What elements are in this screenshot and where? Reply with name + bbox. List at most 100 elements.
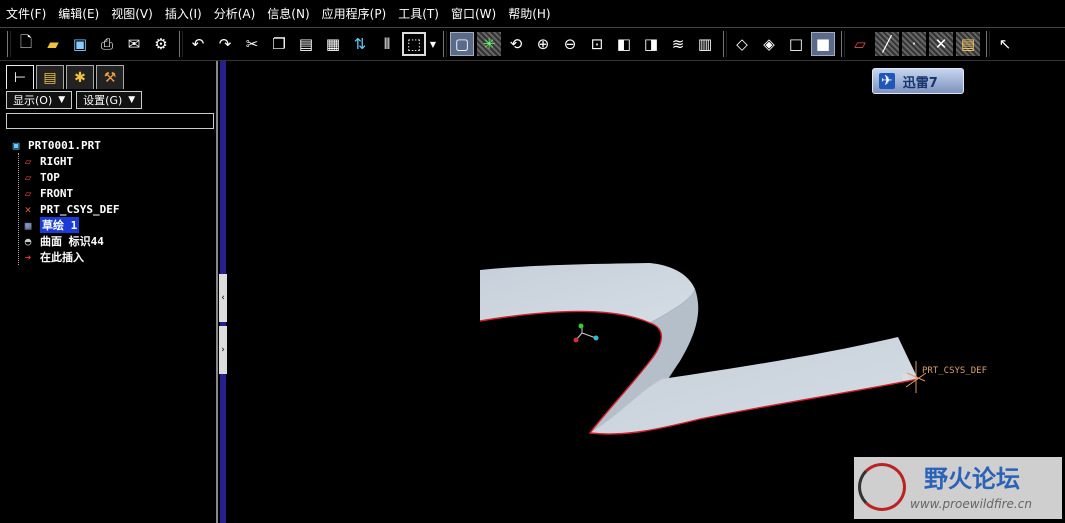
datum-axis-icon[interactable]: ╱ (875, 32, 899, 56)
layers-icon[interactable]: ≋ (666, 32, 690, 56)
model-display-icon[interactable]: ▥ (693, 32, 717, 56)
refit-icon[interactable]: ⊡ (585, 32, 609, 56)
tree-item-top[interactable]: ▱ TOP (8, 169, 216, 185)
tree-item-label: RIGHT (40, 154, 74, 168)
open-icon[interactable]: ▰ (41, 32, 65, 56)
menu-info[interactable]: 信息(N) (267, 5, 309, 22)
csys-icon[interactable]: ✕ (929, 32, 953, 56)
new-icon[interactable]: 🗋 (14, 32, 38, 56)
tree-item-front[interactable]: ▱ FRONT (8, 185, 216, 201)
menu-insert[interactable]: 插入(I) (165, 5, 202, 22)
model-tree-icon[interactable]: ⊢ (6, 65, 34, 89)
send-icon[interactable]: ✉ (122, 32, 146, 56)
sketch-icon: ▦ (24, 218, 32, 232)
menu-bar: 文件(F) 编辑(E) 视图(V) 插入(I) 分析(A) 信息(N) 应用程序… (0, 0, 1065, 28)
tree-item-right[interactable]: ▱ RIGHT (8, 153, 216, 169)
view-manager-icon[interactable]: ◨ (639, 32, 663, 56)
toolbar-separator (841, 31, 845, 57)
layer-tree-icon[interactable]: ▤ (36, 65, 64, 89)
thunder-float-widget[interactable]: ✈ 迅雷7 (872, 68, 964, 94)
zoom-out-icon[interactable]: ⊖ (558, 32, 582, 56)
toolbar-separator (7, 31, 11, 57)
regenerate-icon[interactable]: ⇅ (348, 32, 372, 56)
tree-item-surface[interactable]: ◓ 曲面 标识44 (8, 233, 216, 249)
tree-root[interactable]: ▣ PRT0001.PRT (8, 137, 216, 153)
copy-icon[interactable]: ❐ (267, 32, 291, 56)
wireframe-icon[interactable]: ◇ (730, 32, 754, 56)
menu-analysis[interactable]: 分析(A) (214, 5, 256, 22)
graphics-window[interactable]: PRT_CSYS_DEF (230, 61, 1065, 523)
paste-icon[interactable]: ▤ (294, 32, 318, 56)
tree-item-csys[interactable]: ✕ PRT_CSYS_DEF (8, 201, 216, 217)
menu-edit[interactable]: 编辑(E) (58, 5, 99, 22)
tree-item-label: 曲面 标识44 (40, 235, 104, 248)
annotation-icon[interactable]: ▤ (956, 32, 980, 56)
panel-splitter[interactable]: ‹ › (218, 61, 230, 523)
datum-plane-icon: ▱ (24, 154, 32, 168)
insert-here-icon: ➔ (24, 250, 32, 264)
shading-icon[interactable]: ■ (811, 32, 835, 56)
chevron-down-icon[interactable]: ▼ (429, 32, 437, 56)
expand-handle[interactable]: › (219, 326, 227, 374)
settings-icon[interactable]: ⚙ (149, 32, 173, 56)
part-icon: ▣ (12, 138, 20, 152)
undo-icon[interactable]: ↶ (186, 32, 210, 56)
tree-item-sketch[interactable]: ▦ 草绘 1 (8, 217, 216, 233)
selection-box-icon[interactable]: ⬚ (402, 32, 426, 56)
forum-watermark: 野火论坛 www.proewildfire.cn (854, 457, 1062, 519)
paste-special-icon[interactable]: ▦ (321, 32, 345, 56)
spin-center-icon[interactable]: ✳ (477, 32, 501, 56)
hidden-line-icon[interactable]: ◈ (757, 32, 781, 56)
datum-plane-icon: ▱ (24, 170, 32, 184)
print-icon[interactable]: ⎙ (95, 32, 119, 56)
tree-item-label: 在此插入 (40, 251, 84, 264)
tree-item-insert-here[interactable]: ➔ 在此插入 (8, 249, 216, 265)
repaint-icon[interactable]: ▢ (450, 32, 474, 56)
forum-logo-icon (858, 463, 906, 511)
named-view-icon[interactable]: ◧ (612, 32, 636, 56)
toolbar-separator (986, 31, 990, 57)
surface-icon: ◓ (24, 234, 32, 248)
tree-connector (18, 153, 19, 265)
menu-help[interactable]: 帮助(H) (508, 5, 550, 22)
menu-file[interactable]: 文件(F) (6, 5, 46, 22)
tree-root-label: PRT0001.PRT (28, 138, 101, 152)
show-dropdown[interactable]: 显示(O) ▼ (6, 91, 73, 109)
menu-tools[interactable]: 工具(T) (398, 5, 439, 22)
select-icon[interactable]: ↖ (993, 32, 1017, 56)
menu-view[interactable]: 视图(V) (111, 5, 153, 22)
model-tree: ▣ PRT0001.PRT ▱ RIGHT ▱ TOP ▱ FRONT ✕ PR… (8, 137, 216, 265)
datum-plane-icon: ▱ (24, 186, 32, 200)
zoom-in-icon[interactable]: ⊕ (531, 32, 555, 56)
tree-item-label: FRONT (40, 186, 74, 200)
favorites-icon[interactable]: ✱ (66, 65, 94, 89)
orient-icon[interactable]: ⟲ (504, 32, 528, 56)
navigator-tabs: ⊢ ▤ ✱ ⚒ (0, 61, 216, 89)
settings-dropdown[interactable]: 设置(G) ▼ (76, 91, 143, 109)
model-viewport[interactable] (230, 61, 1065, 523)
connections-icon[interactable]: ⚒ (96, 65, 124, 89)
csys-icon: ✕ (24, 202, 32, 216)
no-hidden-icon[interactable]: □ (784, 32, 808, 56)
collapse-handle[interactable]: ‹ (219, 274, 227, 322)
surface-upper-band[interactable] (480, 263, 695, 323)
redo-icon[interactable]: ↷ (213, 32, 237, 56)
toolbar-separator (179, 31, 183, 57)
tree-item-label: 草绘 1 (40, 217, 80, 233)
watermark-url: www.proewildfire.cn (910, 497, 1032, 511)
menu-applications[interactable]: 应用程序(P) (322, 5, 387, 22)
cut-icon[interactable]: ✂ (240, 32, 264, 56)
mirror-icon[interactable]: ⫴ (375, 32, 399, 56)
view-triad (573, 323, 599, 343)
tree-item-label: PRT_CSYS_DEF (40, 202, 120, 216)
show-dropdown-label: 显示(O) (13, 94, 53, 107)
menu-window[interactable]: 窗口(W) (451, 5, 496, 22)
datum-plane-icon[interactable]: ▱ (848, 32, 872, 56)
chevron-down-icon: ▼ (58, 95, 66, 105)
tree-search-input[interactable] (6, 113, 214, 129)
navigator-panel: ⊢ ▤ ✱ ⚒ 显示(O) ▼ 设置(G) ▼ ▣ PRT0001.PRT ▱ … (0, 61, 218, 523)
main-toolbar: 🗋 ▰ ▣ ⎙ ✉ ⚙ ↶ ↷ ✂ ❐ ▤ ▦ ⇅ ⫴ ⬚ ▼ ▢ ✳ ⟲ ⊕ … (0, 28, 1065, 61)
datum-point-icon[interactable]: · (902, 32, 926, 56)
save-icon[interactable]: ▣ (68, 32, 92, 56)
toolbar-separator (443, 31, 447, 57)
